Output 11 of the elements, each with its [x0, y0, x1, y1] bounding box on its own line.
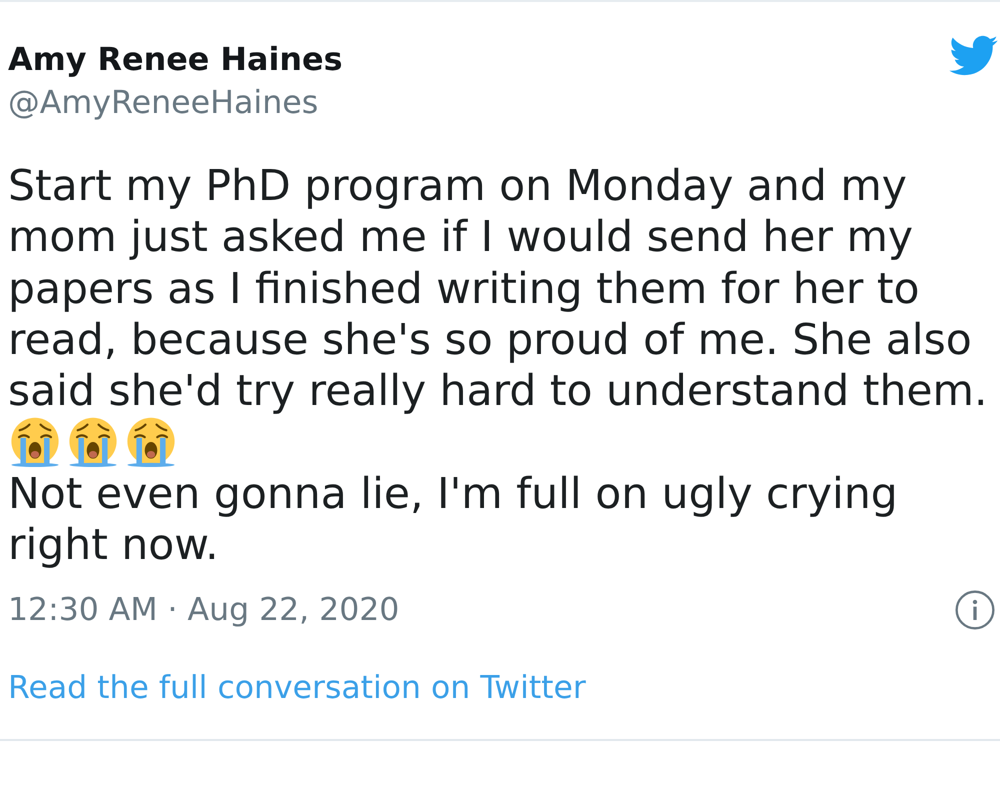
- bird-icon[interactable]: [948, 35, 998, 76]
- tweet-text: Not even gonna lie, I'm full on ugly crying right now.: [8, 468, 899, 572]
- timestamp[interactable]: 12:30 AM · Aug 22, 2020: [8, 590, 400, 630]
- info-icon[interactable]: [955, 590, 995, 630]
- author-name[interactable]: Amy Renee Haines: [8, 38, 343, 82]
- conversation-link[interactable]: Read the full conversation on Twitter: [8, 668, 586, 708]
- crying-face-icon: [68, 417, 118, 468]
- crying-face-icon: [126, 417, 176, 468]
- crying-face-icon: [10, 417, 60, 468]
- tweet-text: Start my PhD program on Monday and my mom just asked me if I would send her my papers as I finished writing them for her to read, because she's so proud of me. She also said she'd try really hard to understand them.: [8, 161, 988, 418]
- author-handle[interactable]: @AmyReneeHaines: [8, 82, 318, 124]
